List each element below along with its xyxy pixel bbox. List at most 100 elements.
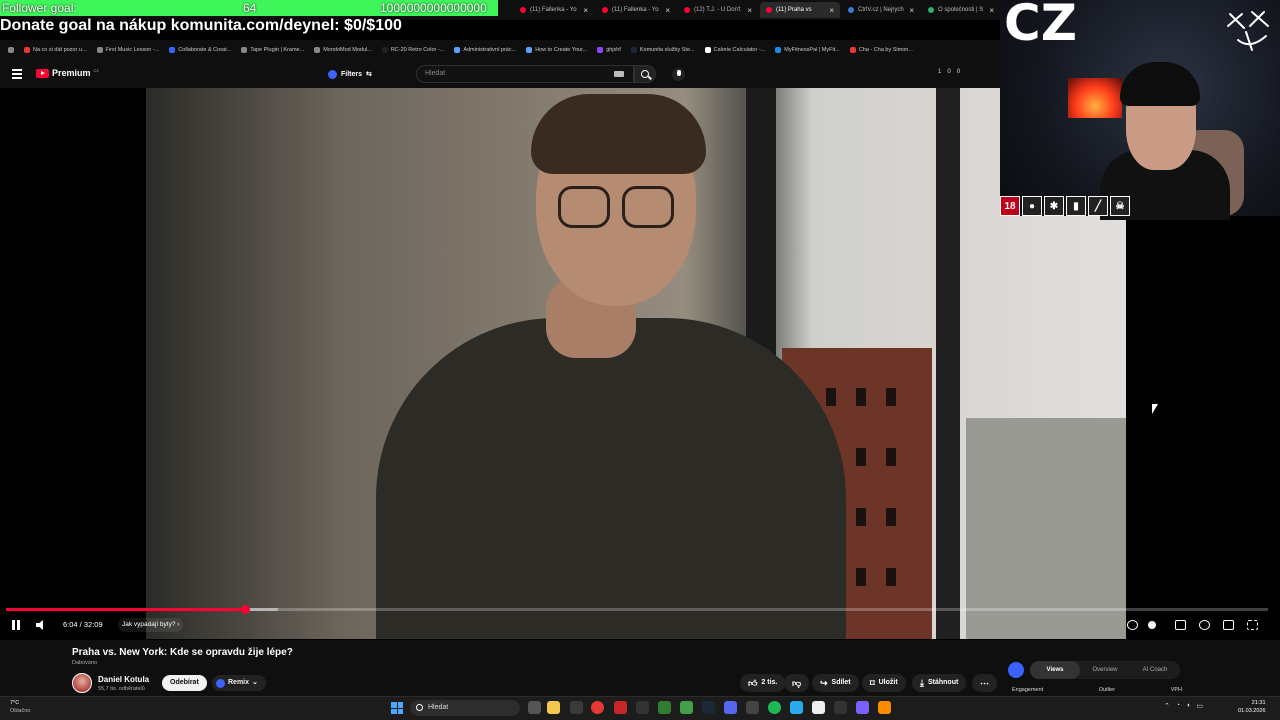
bookmark-item[interactable]: Administrativní prác... [454,47,516,53]
channel-name[interactable]: Daniel Kotula [98,675,149,684]
weather-condition: Oblačno [10,708,31,714]
subtitles-icon[interactable] [1175,620,1186,630]
spotify-icon[interactable] [768,701,781,714]
remix-button[interactable]: Remix ⌄ [212,675,266,691]
volume-icon[interactable] [36,620,48,630]
app-icon[interactable] [614,701,627,714]
bookmark-item[interactable]: Cha - Cha by Simon... [849,47,913,53]
bookmark-item[interactable]: Calorie Calculator -... [704,47,765,53]
bookmark-item[interactable]: Tape Plugin | Krame... [241,47,304,53]
chrome-icon[interactable] [591,701,604,714]
task-view-icon[interactable] [528,701,541,714]
app-icon[interactable] [878,701,891,714]
metric-label: Outlier [1098,687,1116,693]
save-button[interactable]: ⌑ Uložit [862,674,906,692]
video-player[interactable] [146,88,1126,639]
start-button-icon[interactable] [391,702,403,714]
app-icon[interactable] [746,701,759,714]
thumbs-up-icon: 👍︎ [748,678,758,688]
time-display: 6:04 / 32:09 [63,620,103,629]
keyboard-icon[interactable] [614,71,624,77]
bookmark-item[interactable]: Komunita služby Ste... [630,47,695,53]
channel-avatar[interactable] [72,673,92,693]
more-actions-button[interactable]: ⋯ [972,674,997,692]
settings-gear-icon[interactable] [1199,620,1210,630]
browser-tab[interactable]: CtrlV.cz | Nejrych × [842,2,920,18]
bookmark-item[interactable]: ghjshf [597,47,621,53]
follower-goal-bar: Follower goal: 64 1000000000000000 [0,0,498,16]
search-input[interactable]: Hledat [416,65,634,83]
page-favicon-icon [848,7,854,13]
nvidia-icon[interactable] [658,701,671,714]
steam-icon[interactable] [702,701,715,714]
autoplay-toggle-icon[interactable] [1148,621,1156,629]
youtube-play-icon [36,68,49,78]
country-label: CZ [1004,0,1077,52]
system-tray: ⌃ ◔ ◖ ▭ [1164,702,1203,710]
close-icon[interactable]: × [989,6,994,15]
app-icon[interactable] [812,701,825,714]
tab-views[interactable]: Views [1030,661,1080,679]
extension-control-icon[interactable] [1127,620,1138,630]
close-icon[interactable]: × [747,6,752,15]
video-glasses [558,186,610,228]
youtube-favicon-icon [520,7,526,13]
weather-widget[interactable]: 7°C Oblačno [10,699,31,715]
download-button[interactable]: ⤓ Stáhnout [912,674,967,692]
close-icon[interactable]: × [583,6,588,15]
filters-button[interactable]: Filters ⇆ [328,67,372,81]
bookmark-item[interactable]: Collaborate & Creat... [169,47,231,53]
mouse-cursor-icon [1152,404,1158,414]
app-icon[interactable] [856,701,869,714]
network-icon[interactable]: ◔ [1176,702,1180,710]
fullscreen-icon[interactable] [1247,620,1258,630]
close-icon[interactable]: × [665,6,670,15]
bookmark-item[interactable]: MyFitnessPal | MyFit... [775,47,840,53]
browser-tab[interactable]: O společnosti | S × [922,2,1000,18]
hamburger-menu-icon[interactable] [12,69,22,79]
video-person-hair [531,94,706,174]
close-icon[interactable]: × [909,6,914,15]
app-icon[interactable] [636,701,649,714]
app-icon[interactable] [570,701,583,714]
browser-tab[interactable]: (11) Fallenka - Yo × [596,2,676,18]
search-button[interactable] [634,65,656,83]
apps-icon[interactable] [8,47,14,53]
xbox-icon[interactable] [680,701,693,714]
dislike-button[interactable]: 👎︎ [784,674,810,692]
bookmark-item[interactable]: MondoMod Modul... [314,47,372,53]
battery-icon[interactable]: ▭ [1196,702,1203,710]
browser-tab[interactable]: (11) Fallenka - Yo × [514,2,594,18]
chevron-up-icon[interactable]: ⌃ [1164,702,1170,710]
browser-tab-active[interactable]: (11) Praha vs × [760,2,840,18]
telegram-icon[interactable] [790,701,803,714]
chapter-button[interactable]: Jak vypadají byty? › [118,618,184,632]
subscribe-button[interactable]: Odebírat [162,675,207,691]
discord-icon[interactable] [724,701,737,714]
speaker-icon[interactable]: ◖ [1186,702,1190,710]
taskbar-search-input[interactable]: Hledat [410,700,520,716]
webcam-fireplace [1068,78,1122,118]
browser-tab[interactable]: (12) T.J. - U Don't × [678,2,758,18]
bookmark-item[interactable]: RC-20 Retro Color -... [381,47,444,53]
file-explorer-icon[interactable] [547,701,560,714]
pause-button[interactable] [11,620,21,630]
theater-mode-icon[interactable] [1223,620,1234,630]
microphone-icon[interactable] [672,68,685,81]
bookmark-item[interactable]: How to Create Your... [526,47,587,53]
tab-ai-coach[interactable]: AI Coach [1130,661,1180,679]
counter-value: 0 [947,69,951,75]
like-button[interactable]: 👍︎ 2 tis. [740,674,786,692]
obs-icon[interactable] [834,701,847,714]
taskbar-clock[interactable]: 21:31 01.03.2026 [1238,699,1266,715]
youtube-premium-logo[interactable]: Premium CZ [36,68,99,78]
bookmark-item[interactable]: Na co si dát pozor u... [24,47,87,53]
filters-extension-icon [328,69,337,79]
share-button[interactable]: ↪ Sdílet [812,674,859,692]
page-favicon-icon [928,7,934,13]
bookmark-item[interactable]: First Music Lesson -... [96,47,159,53]
close-icon[interactable]: × [829,6,834,15]
progress-scrubber-handle[interactable] [240,605,250,614]
tab-overview[interactable]: Overview [1080,661,1130,679]
video-window-frame [936,88,960,639]
